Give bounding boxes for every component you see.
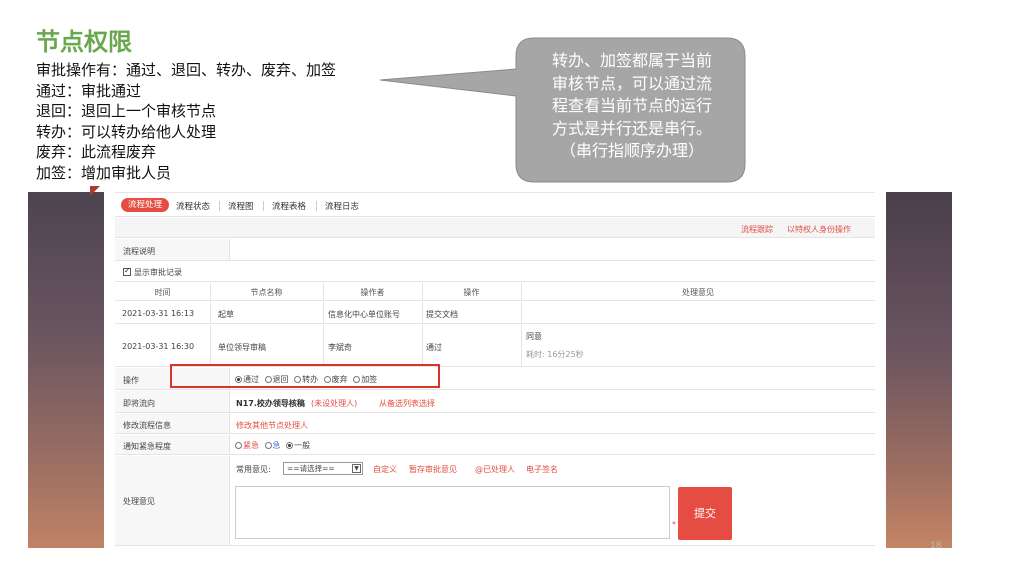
- custom-link[interactable]: 自定义: [373, 464, 397, 475]
- description-list: 审批操作有：通过、退回、转办、废弃、加签 通过：审批通过 退回：退回上一个审核节…: [36, 60, 336, 183]
- description-line: 通过：审批通过: [36, 81, 142, 100]
- divider: [422, 325, 423, 367]
- modify-flow-label: 修改流程信息: [123, 421, 171, 430]
- option-label: 一般: [294, 441, 311, 450]
- choose-from-list-link[interactable]: 从备选列表选择: [379, 398, 435, 409]
- show-records-row: 显示审批记录: [115, 262, 875, 282]
- privileged-op-link[interactable]: 以特权人身份操作: [787, 224, 851, 235]
- decorative-panel-left: [28, 192, 104, 548]
- save-opinion-link[interactable]: 暂存审批意见: [409, 464, 457, 475]
- records-header: 时间 节点名称 操作者 操作 处理意见: [115, 283, 875, 301]
- next-flow-label: 即将流向: [123, 399, 155, 408]
- urgency-label: 通知紧急程度: [123, 442, 171, 451]
- callout-line: 方式是并行还是串行。: [551, 118, 712, 138]
- cell-action: 通过: [426, 343, 442, 352]
- decorative-panel-right: [886, 192, 952, 548]
- next-node: N17.校办领导核稿: [236, 399, 305, 408]
- radio-icon[interactable]: [235, 442, 242, 449]
- e-signature-link[interactable]: 电子签名: [526, 464, 558, 475]
- description-line: 废弃：此流程废弃: [36, 143, 157, 161]
- opinion-label: 处理意见: [123, 497, 155, 506]
- chevron-down-icon[interactable]: ▼: [352, 464, 361, 473]
- divider: [210, 302, 211, 324]
- divider: [521, 325, 522, 367]
- urgency-options: 紧急 急 一般: [235, 440, 313, 451]
- common-opinion-select[interactable]: ==请选择== ▼: [283, 462, 363, 475]
- cell-opinion: 同意: [526, 332, 542, 341]
- flow-track-link[interactable]: 流程跟踪: [741, 224, 773, 235]
- tab-separator: [316, 201, 317, 211]
- urgency-row: 通知紧急程度 紧急 急 一般: [115, 435, 875, 455]
- cell-time: 2021-03-31 16:30: [122, 342, 195, 351]
- next-flow-row: 即将流向 N17.校办领导核稿 (未设处理人) 从备选列表选择: [115, 391, 875, 413]
- table-row: 2021-03-31 16:13 起草 信息化中心单位账号 提交文档: [115, 302, 875, 324]
- modify-handler-link[interactable]: 修改其他节点处理人: [236, 420, 308, 431]
- mention-handler-link[interactable]: @已处理人: [475, 464, 515, 475]
- radio-icon[interactable]: [286, 442, 294, 449]
- cell-operator: 信息化中心单位账号: [328, 310, 400, 319]
- header-time: 时间: [154, 288, 171, 297]
- cell-node: 起草: [218, 310, 234, 319]
- decorative-corner: [90, 186, 100, 196]
- tab-flowchart[interactable]: 流程图: [228, 200, 254, 212]
- option-fast[interactable]: 急: [264, 441, 281, 450]
- show-records-label: 显示审批记录: [134, 268, 182, 277]
- page-number: 18: [930, 541, 942, 551]
- description-line: 加签：增加审批人员: [36, 163, 172, 182]
- option-label: 紧急: [243, 441, 259, 450]
- submit-button[interactable]: 提交: [678, 487, 732, 540]
- callout-line: （串行指顺序办理）: [559, 141, 704, 160]
- option-urgent[interactable]: 紧急: [235, 441, 259, 450]
- divider: [422, 302, 423, 324]
- radio-icon[interactable]: [264, 442, 272, 449]
- divider: [323, 325, 324, 367]
- callout-line: 转办、加签都属于当前: [551, 51, 712, 70]
- required-mark: *: [672, 520, 676, 529]
- cell-action: 提交文档: [426, 310, 458, 319]
- cell-operator: 李斌奇: [328, 343, 352, 352]
- flow-desc-label: 流程说明: [123, 247, 155, 256]
- unset-handler: (未设处理人): [311, 399, 358, 408]
- callout-text: 转办、加签都属于当前 审核节点，可以通过流 程查看当前节点的运行 方式是并行还是…: [522, 50, 742, 163]
- tab-bar: 流程处理 流程状态 流程图 流程表格 流程日志: [115, 193, 875, 217]
- tab-table[interactable]: 流程表格: [272, 200, 306, 212]
- callout-line: 程查看当前节点的运行: [551, 96, 712, 115]
- tab-separator: [219, 201, 220, 211]
- description-line: 退回：退回上一个审核节点: [36, 102, 217, 120]
- divider: [323, 302, 324, 324]
- modify-flow-row: 修改流程信息 修改其他节点处理人: [115, 414, 875, 434]
- description-line: 转办：可以转办给他人处理: [36, 122, 217, 141]
- tab-process[interactable]: 流程处理: [121, 198, 169, 212]
- toolbar-links: 流程跟踪 以特权人身份操作: [115, 218, 875, 238]
- header-action: 操作: [463, 288, 480, 297]
- flow-desc-row: 流程说明: [115, 239, 875, 261]
- divider: [210, 325, 211, 367]
- tab-separator: [263, 201, 264, 211]
- highlight-box: [170, 364, 440, 388]
- header-opinion: 处理意见: [682, 288, 714, 297]
- header-operator: 操作者: [360, 288, 385, 297]
- description-line: 审批操作有：通过、退回、转办、废弃、加签: [36, 61, 337, 79]
- cell-node: 单位领导审稿: [218, 343, 266, 352]
- slide-title: 节点权限: [36, 28, 132, 56]
- opinion-textarea[interactable]: [235, 486, 670, 539]
- header-node: 节点名称: [250, 288, 283, 297]
- show-records-toggle[interactable]: 显示审批记录: [123, 266, 182, 278]
- common-opinion-label: 常用意见:: [236, 465, 271, 474]
- callout-line: 审核节点，可以通过流: [551, 73, 712, 93]
- option-normal[interactable]: 一般: [286, 441, 310, 450]
- table-row: 2021-03-31 16:30 单位领导审稿 李斌奇 通过 同意 耗时: 16…: [115, 325, 875, 367]
- select-value: ==请选择==: [287, 464, 335, 473]
- tab-status[interactable]: 流程状态: [176, 200, 210, 212]
- option-label: 急: [272, 441, 281, 450]
- operation-label: 操作: [123, 376, 139, 385]
- tab-log[interactable]: 流程日志: [325, 200, 359, 212]
- cell-time: 2021-03-31 16:13: [122, 309, 195, 318]
- divider: [521, 302, 522, 324]
- checkbox-icon[interactable]: [123, 266, 131, 276]
- opinion-row: 处理意见 常用意见: ==请选择== ▼ 自定义 暂存审批意见 @已处理人 电子…: [115, 456, 875, 546]
- cell-duration: 耗时: 16分25秒: [526, 350, 584, 359]
